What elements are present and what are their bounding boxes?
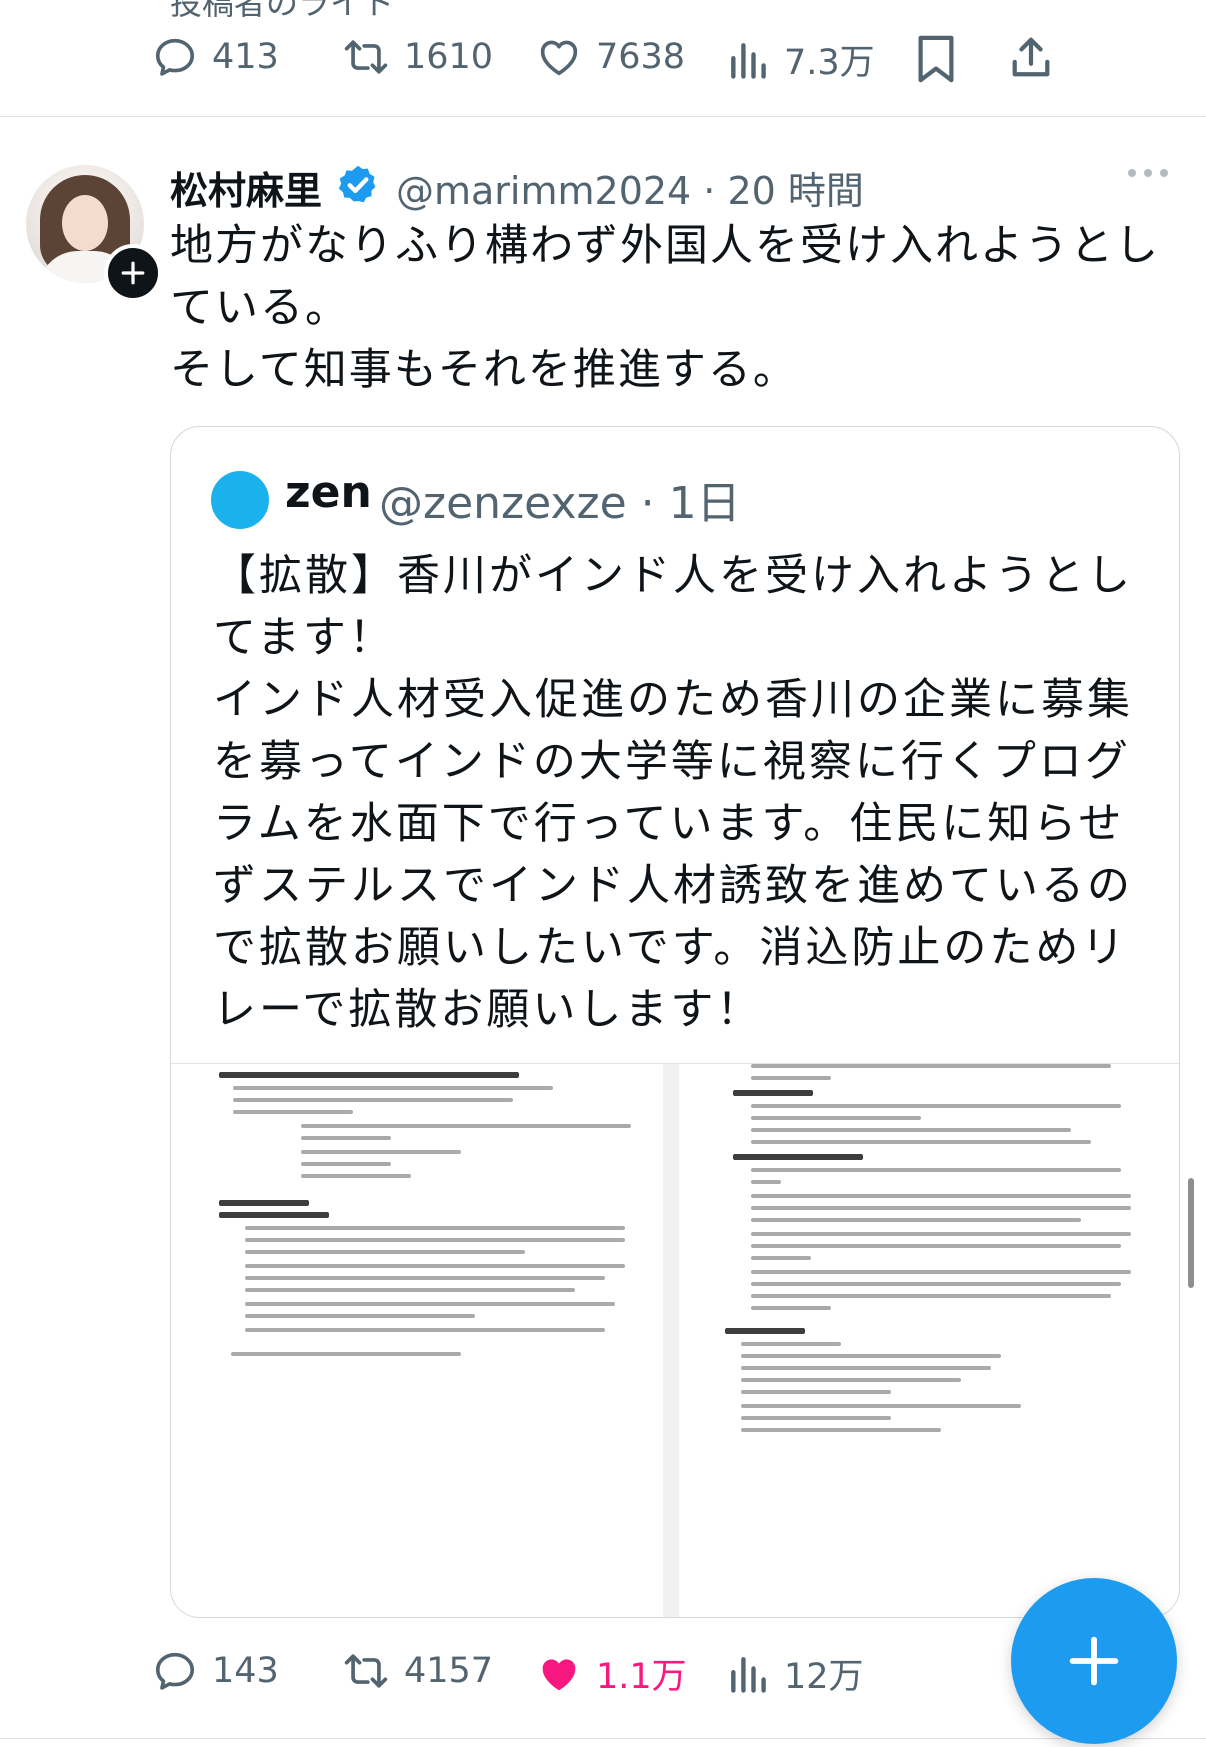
views-icon	[731, 1656, 766, 1693]
share-button[interactable]	[1008, 34, 1054, 86]
more-icon	[1128, 169, 1168, 177]
share-icon	[1012, 37, 1050, 77]
reply-button[interactable]: 143	[152, 1648, 279, 1694]
like-icon	[540, 40, 578, 76]
tweet-divider	[0, 1738, 1206, 1739]
tweet-text: 地方がなりふり構わず外国人を受け入れようとし ている。 そして知事もそれを推進す…	[170, 221, 1160, 395]
bookmark-icon	[918, 35, 954, 83]
quote-media[interactable]	[171, 1063, 1179, 1617]
compose-icon	[1069, 1636, 1119, 1686]
views-count: 7.3万	[784, 43, 875, 83]
retweet-count: 4157	[404, 1651, 494, 1691]
follow-button[interactable]	[104, 244, 162, 302]
views-button[interactable]: 12万	[726, 1648, 864, 1699]
compose-button[interactable]	[1011, 1578, 1177, 1744]
bookmark-button[interactable]	[914, 34, 958, 88]
retweet-button[interactable]: 1610	[342, 34, 493, 80]
like-button[interactable]: 1.1万	[536, 1648, 687, 1699]
reply-count: 413	[212, 37, 279, 77]
tweet-divider	[0, 116, 1206, 117]
views-button[interactable]: 7.3万	[726, 34, 875, 85]
retweet-icon	[344, 1654, 388, 1688]
quote-author-avatar[interactable]	[211, 471, 269, 529]
author-handle-time[interactable]: @marimm2024 · 20 時間	[396, 160, 864, 215]
reply-icon	[155, 38, 195, 76]
quote-author-name: zen	[285, 467, 372, 518]
reply-count: 143	[212, 1651, 279, 1691]
retweet-button[interactable]: 4157	[342, 1648, 493, 1694]
like-count: 7638	[596, 37, 686, 77]
quoted-tweet-card[interactable]: zen @zenzexze · 1日 【拡散】香川がインド人を受け入れようとし …	[170, 426, 1180, 1618]
views-count: 12万	[784, 1657, 864, 1697]
quote-text: 【拡散】香川がインド人を受け入れようとし てます！ インド人材受入促進のため香川…	[213, 551, 1133, 1035]
like-count: 1.1万	[596, 1657, 687, 1697]
document-image-left[interactable]	[171, 1064, 663, 1617]
like-icon	[542, 1658, 576, 1690]
author-name[interactable]: 松村麻里	[170, 160, 322, 215]
verified-badge-icon	[336, 163, 380, 211]
like-button[interactable]: 7638	[536, 34, 685, 80]
more-options-button[interactable]	[1126, 165, 1170, 184]
views-icon	[731, 42, 766, 79]
document-image-right[interactable]	[679, 1064, 1179, 1617]
scrollbar[interactable]	[1188, 1178, 1194, 1288]
retweet-count: 1610	[404, 37, 494, 77]
retweet-icon	[344, 40, 388, 74]
plus-icon	[121, 261, 145, 285]
reply-icon	[155, 1652, 195, 1690]
previous-tweet-text-partial: 投稿者のライト	[170, 0, 395, 22]
reply-button[interactable]: 413	[152, 34, 279, 80]
quote-author-handle-time: @zenzexze · 1日	[379, 478, 741, 529]
